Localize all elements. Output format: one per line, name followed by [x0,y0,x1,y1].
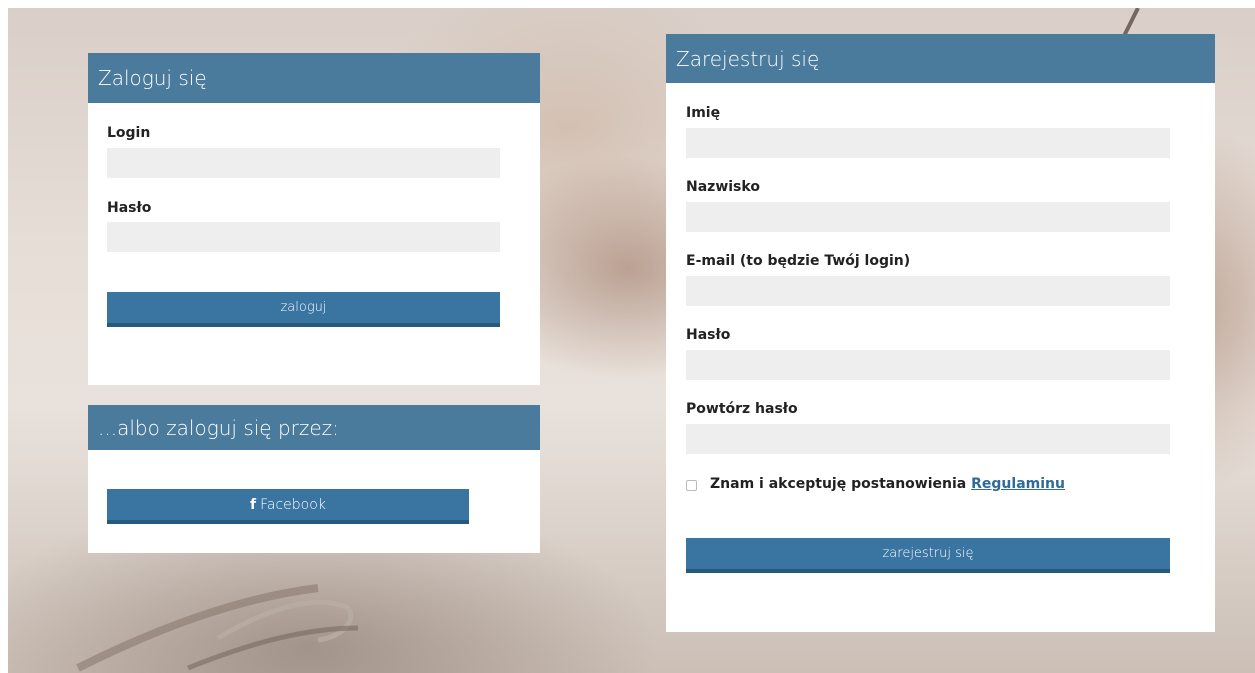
terms-text: Znam i akceptuję postanowienia Regulamin… [710,476,1065,492]
login-panel-header: Zaloguj się [88,53,540,103]
social-title: ...albo zaloguj się przez: [98,415,339,440]
login-label: Login [107,125,151,141]
facebook-button[interactable]: f Facebook [107,489,469,524]
login-title: Zaloguj się [98,66,207,90]
last-name-label: Nazwisko [686,179,760,195]
login-input[interactable] [107,148,500,178]
register-password-input[interactable] [686,350,1170,380]
terms-checkbox[interactable] [686,480,697,491]
terms-label: Znam i akceptuję postanowienia [710,476,972,492]
email-label: E-mail (to będzie Twój login) [686,253,911,269]
register-panel-header: Zarejestruj się [666,34,1215,83]
first-name-label: Imię [686,105,721,121]
register-button[interactable]: zarejestruj się [686,538,1170,573]
register-password-label: Hasło [686,327,731,343]
repeat-password-input[interactable] [686,424,1170,454]
facebook-button-label: Facebook [260,496,326,513]
social-panel-header: ...albo zaloguj się przez: [88,405,540,450]
last-name-input[interactable] [686,202,1170,232]
terms-link[interactable]: Regulaminu [971,476,1065,492]
repeat-password-label: Powtórz hasło [686,401,798,417]
login-password-input[interactable] [107,222,500,252]
login-panel: Zaloguj się Login Hasło zaloguj [88,53,540,385]
login-password-label: Hasło [107,200,152,216]
register-panel: Zarejestruj się Imię Nazwisko E-mail (to… [666,34,1215,632]
login-button[interactable]: zaloguj [107,292,500,327]
eyeglasses-decoration [76,584,359,672]
login-button-label: zaloguj [280,300,327,315]
first-name-input[interactable] [686,128,1170,158]
register-button-label: zarejestruj się [882,546,974,561]
register-title: Zarejestruj się [676,46,820,71]
facebook-icon: f [250,496,257,513]
social-login-panel: ...albo zaloguj się przez: f Facebook [88,405,540,553]
email-input[interactable] [686,276,1170,306]
